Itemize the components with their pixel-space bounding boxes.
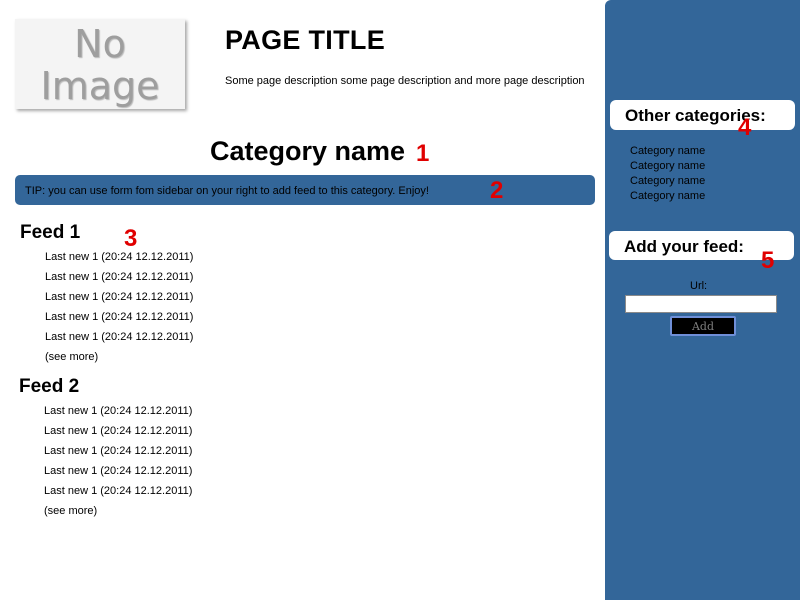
news-item-link[interactable]: Last new 1 (20:24 12.12.2011): [45, 311, 193, 323]
news-item-link[interactable]: Last new 1 (20:24 12.12.2011): [44, 445, 192, 457]
news-item-link[interactable]: Last new 1 (20:24 12.12.2011): [45, 251, 193, 263]
sidebar-category-link[interactable]: Category name: [630, 175, 705, 187]
annotation-marker-1: 1: [416, 140, 430, 167]
feed-title[interactable]: Feed 2: [19, 376, 79, 398]
page-description: Some page description some page descript…: [225, 75, 585, 87]
see-more-link[interactable]: (see more): [45, 351, 98, 363]
add-feed-button[interactable]: Add: [670, 316, 736, 336]
news-item-link[interactable]: Last new 1 (20:24 12.12.2011): [44, 485, 192, 497]
sidebar-category-link[interactable]: Category name: [630, 190, 705, 202]
annotation-marker-2: 2: [490, 177, 504, 204]
news-item-link[interactable]: Last new 1 (20:24 12.12.2011): [45, 271, 193, 283]
logo-placeholder-image: No Image: [15, 19, 185, 109]
annotation-marker-3: 3: [124, 225, 138, 252]
annotation-marker-5: 5: [761, 247, 775, 274]
category-title: Category name: [210, 136, 406, 166]
feed-title[interactable]: Feed 1: [20, 222, 80, 244]
see-more-link[interactable]: (see more): [44, 505, 97, 517]
news-item-link[interactable]: Last new 1 (20:24 12.12.2011): [44, 465, 192, 477]
logo-placeholder-line-1: No: [74, 22, 126, 66]
sidebar-category-link[interactable]: Category name: [630, 160, 705, 172]
annotation-marker-4: 4: [738, 114, 752, 141]
add-feed-title: Add your feed:: [624, 237, 744, 256]
news-item-link[interactable]: Last new 1 (20:24 12.12.2011): [45, 331, 193, 343]
tip-text: TIP: you can use form fom sidebar on you…: [25, 185, 429, 197]
page-title: PAGE TITLE: [225, 25, 386, 55]
url-label: Url:: [690, 280, 708, 292]
news-item-link[interactable]: Last new 1 (20:24 12.12.2011): [45, 291, 193, 303]
sidebar-category-link[interactable]: Category name: [630, 145, 705, 157]
news-item-link[interactable]: Last new 1 (20:24 12.12.2011): [44, 405, 192, 417]
url-input[interactable]: [625, 295, 777, 313]
logo-placeholder-line-2: Image: [40, 64, 160, 108]
news-item-link[interactable]: Last new 1 (20:24 12.12.2011): [44, 425, 192, 437]
